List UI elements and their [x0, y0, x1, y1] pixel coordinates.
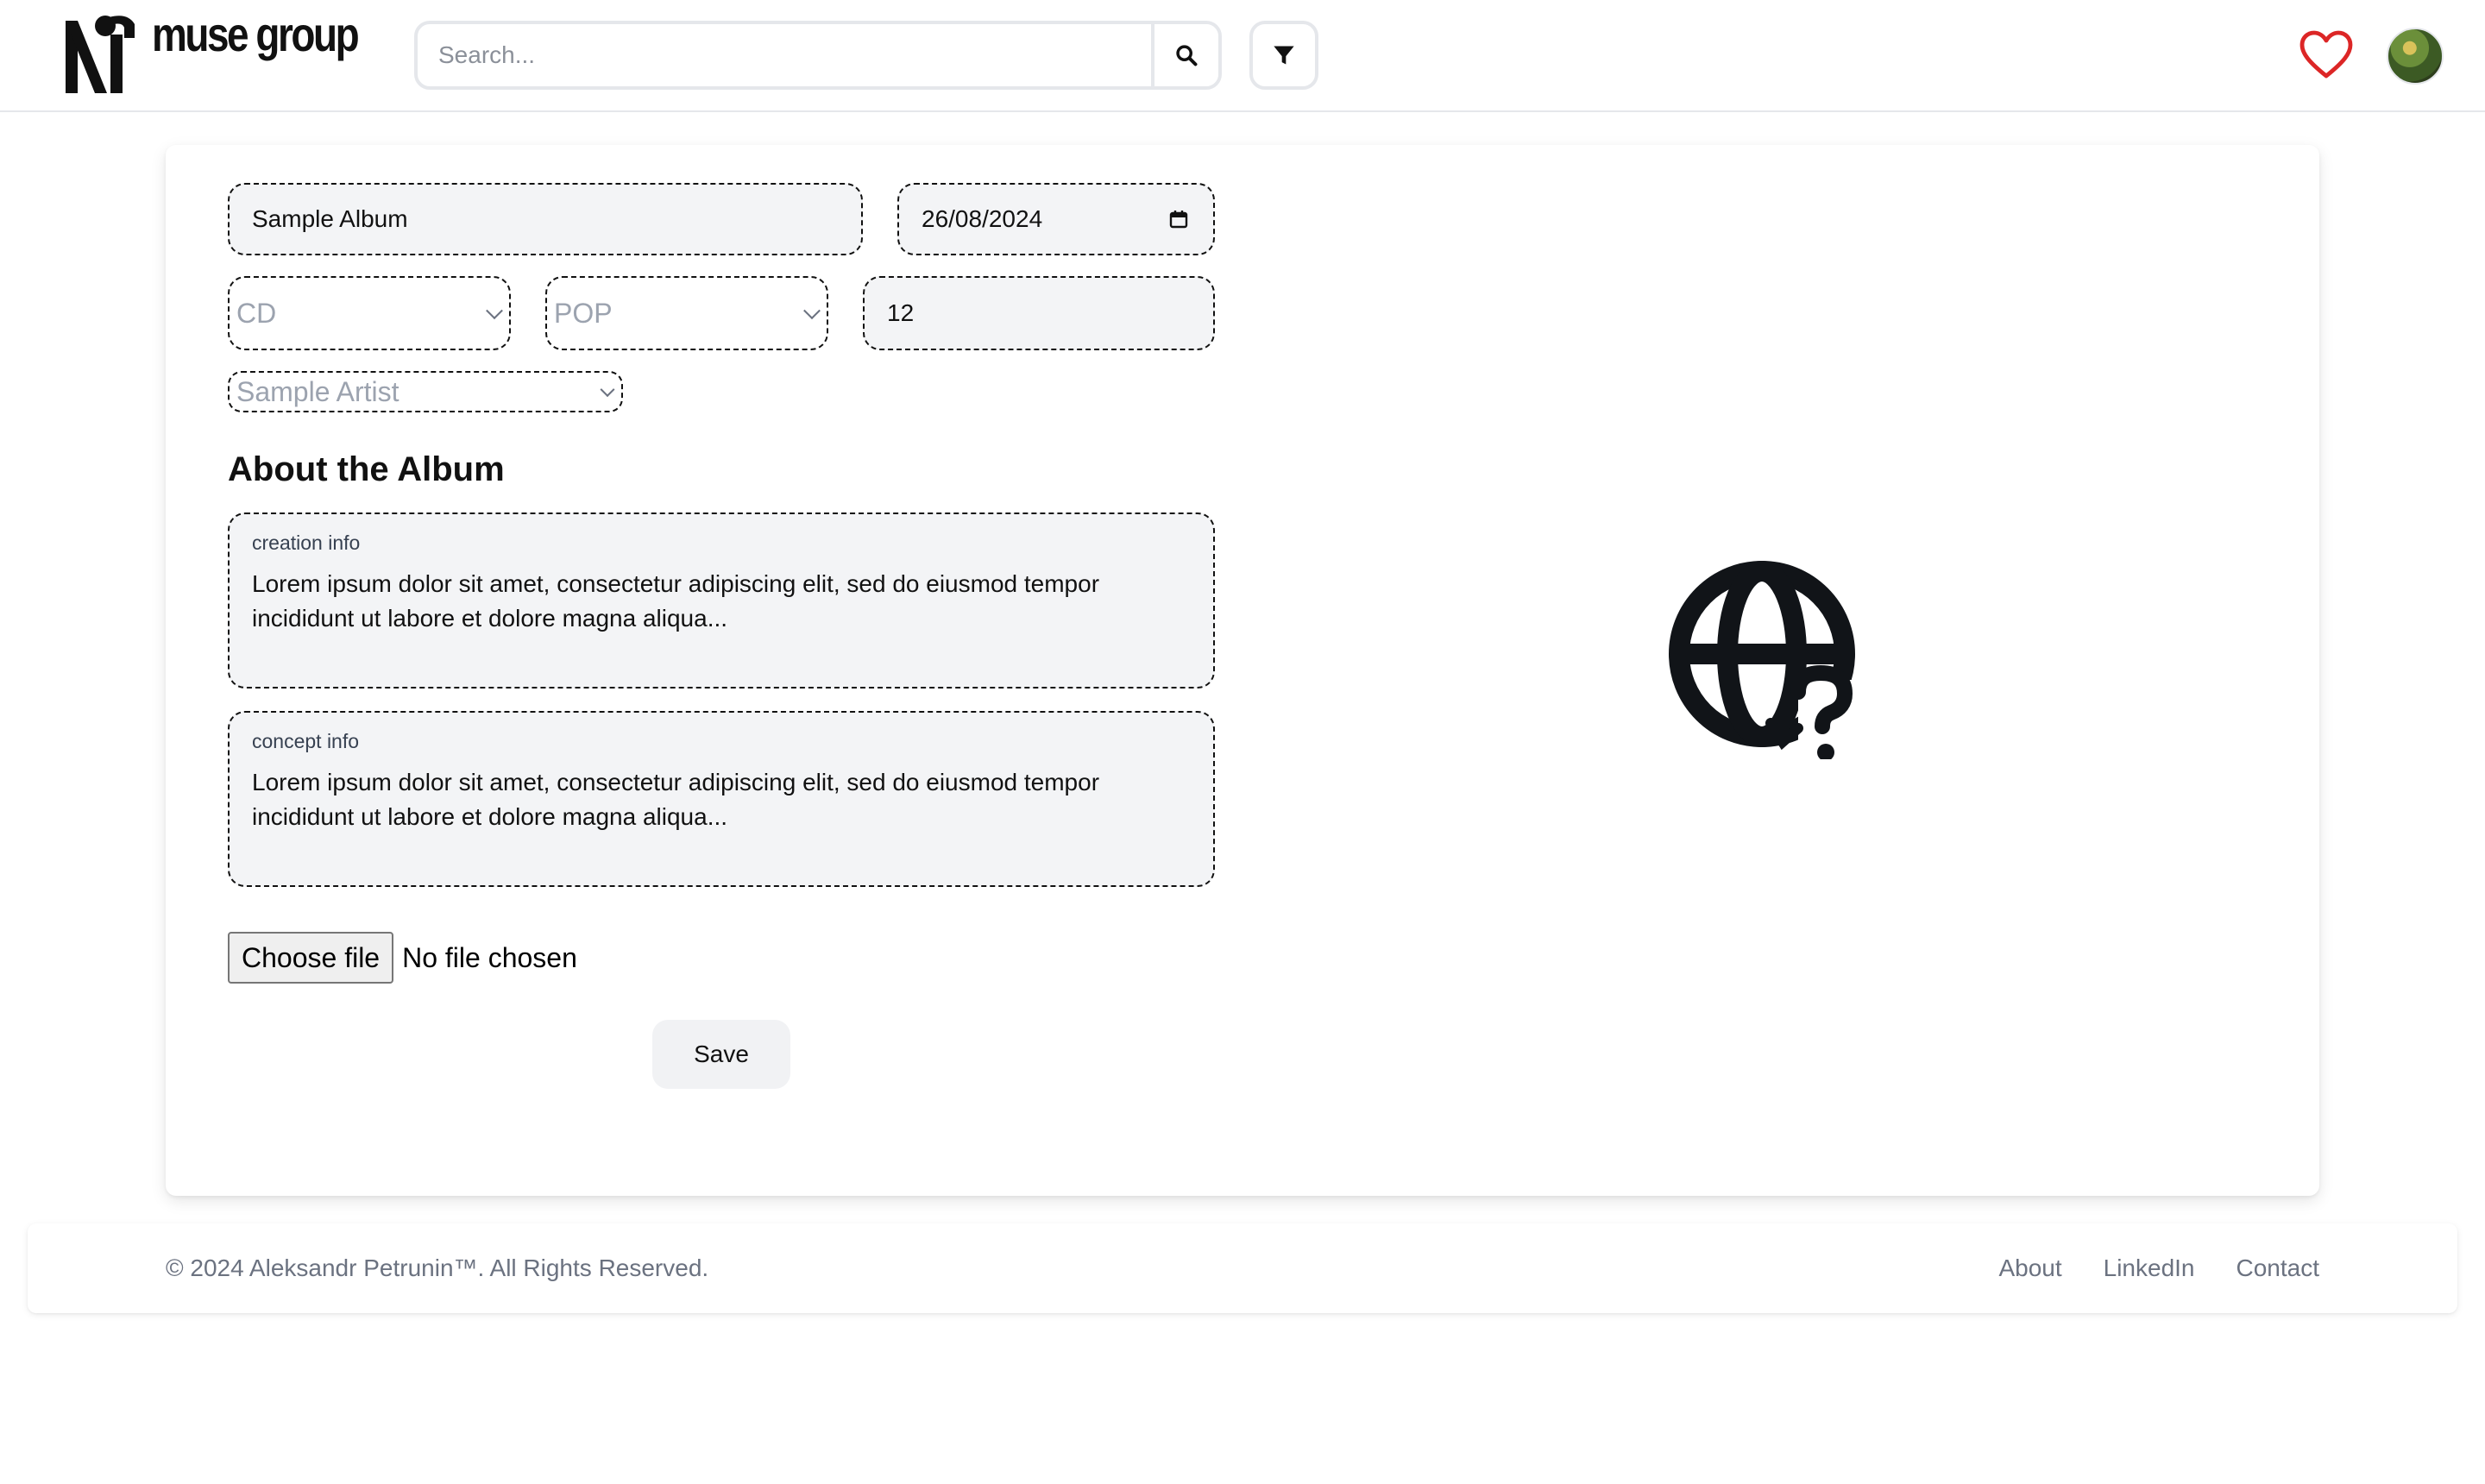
magnifier-icon: [1176, 45, 1198, 66]
footer-links: About LinkedIn Contact: [1998, 1254, 2319, 1282]
user-avatar[interactable]: [2387, 28, 2444, 85]
creation-info-label: creation info: [252, 531, 361, 554]
format-select-value: CD: [236, 297, 277, 329]
top-navbar: muse group: [0, 0, 2485, 112]
chevron-down-icon: [600, 382, 615, 398]
copyright-text: © 2024 Aleksandr Petrunin™. All Rights R…: [166, 1254, 709, 1281]
choose-file-button[interactable]: Choose file: [228, 932, 394, 984]
about-album-heading: About the Album: [228, 450, 505, 488]
calendar-icon[interactable]: [1168, 209, 1189, 230]
search-bar: [414, 21, 1222, 90]
file-upload: Choose file No file chosen: [228, 932, 577, 984]
muse-group-logo-icon: [66, 16, 135, 93]
concept-info-textarea[interactable]: concept info Lorem ipsum dolor sit amet,…: [228, 711, 1215, 887]
brand-name: muse group: [152, 7, 360, 61]
footer-link-about[interactable]: About: [1998, 1254, 2061, 1282]
concept-info-text: Lorem ipsum dolor sit amet, consectetur …: [252, 769, 1100, 830]
artist-select[interactable]: Sample Artist: [228, 371, 623, 412]
heart-icon[interactable]: [2299, 29, 2354, 79]
concept-info-label: concept info: [252, 730, 360, 752]
save-button[interactable]: Save: [652, 1020, 790, 1089]
funnel-icon: [1274, 46, 1294, 65]
chevron-down-icon: [486, 302, 503, 320]
brand-logo[interactable]: muse group: [62, 7, 402, 95]
genre-select[interactable]: POP: [545, 276, 828, 350]
globe-question-icon: [1669, 561, 1855, 759]
chevron-down-icon: [803, 302, 821, 320]
footer-link-contact[interactable]: Contact: [2236, 1254, 2320, 1282]
page-footer: © 2024 Aleksandr Petrunin™. All Rights R…: [28, 1223, 2457, 1313]
format-select[interactable]: CD: [228, 276, 511, 350]
track-count-input[interactable]: 12: [863, 276, 1215, 350]
release-date-input[interactable]: 26/08/2024: [897, 183, 1215, 255]
footer-link-linkedin[interactable]: LinkedIn: [2104, 1254, 2195, 1282]
release-date-value: 26/08/2024: [922, 205, 1043, 232]
album-title-input[interactable]: Sample Album: [228, 183, 863, 255]
creation-info-textarea[interactable]: creation info Lorem ipsum dolor sit amet…: [228, 512, 1215, 689]
search-input[interactable]: [418, 24, 1151, 86]
file-status: No file chosen: [402, 941, 577, 973]
filter-button[interactable]: [1249, 21, 1318, 90]
artist-select-value: Sample Artist: [236, 375, 399, 407]
search-button[interactable]: [1151, 24, 1218, 86]
genre-select-value: POP: [554, 297, 613, 329]
creation-info-text: Lorem ipsum dolor sit amet, consectetur …: [252, 570, 1100, 632]
